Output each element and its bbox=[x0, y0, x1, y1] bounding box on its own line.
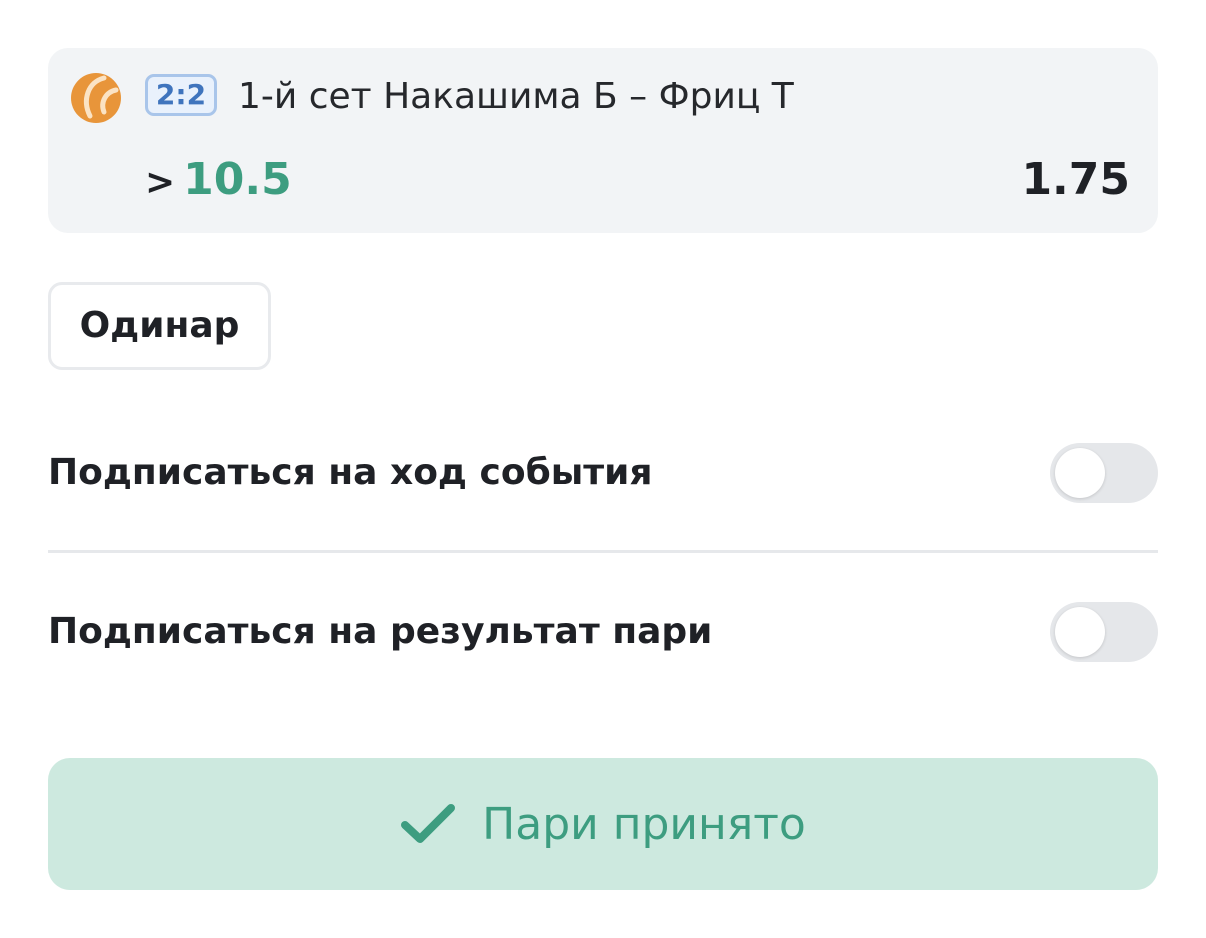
outcome-operator: > bbox=[145, 162, 176, 203]
checkmark-icon bbox=[401, 804, 456, 843]
subscribe-event-label: Подписаться на ход события bbox=[48, 452, 653, 493]
bet-type-chip[interactable]: Одинар bbox=[48, 282, 271, 370]
tennis-ball-icon bbox=[71, 73, 121, 123]
bet-accepted-label: Пари принято bbox=[482, 798, 806, 850]
subscribe-result-toggle[interactable] bbox=[1050, 602, 1158, 662]
toggle-knob bbox=[1055, 607, 1105, 657]
subscribe-result-label: Подписаться на результат пари bbox=[48, 611, 713, 652]
score-badge: 2:2 bbox=[145, 74, 217, 116]
bet-accepted-button[interactable]: Пари принято bbox=[48, 758, 1158, 890]
bet-odds: 1.75 bbox=[1021, 154, 1130, 205]
subscribe-event-row: Подписаться на ход события bbox=[48, 443, 1158, 503]
outcome-line: 10.5 bbox=[183, 154, 292, 205]
subscribe-event-toggle[interactable] bbox=[1050, 443, 1158, 503]
divider bbox=[48, 550, 1158, 553]
event-title: 1-й сет Накашима Б – Фриц Т bbox=[238, 76, 794, 117]
toggle-knob bbox=[1055, 448, 1105, 498]
subscribe-result-row: Подписаться на результат пари bbox=[48, 602, 1158, 662]
bet-outcome: >10.5 bbox=[145, 153, 292, 210]
